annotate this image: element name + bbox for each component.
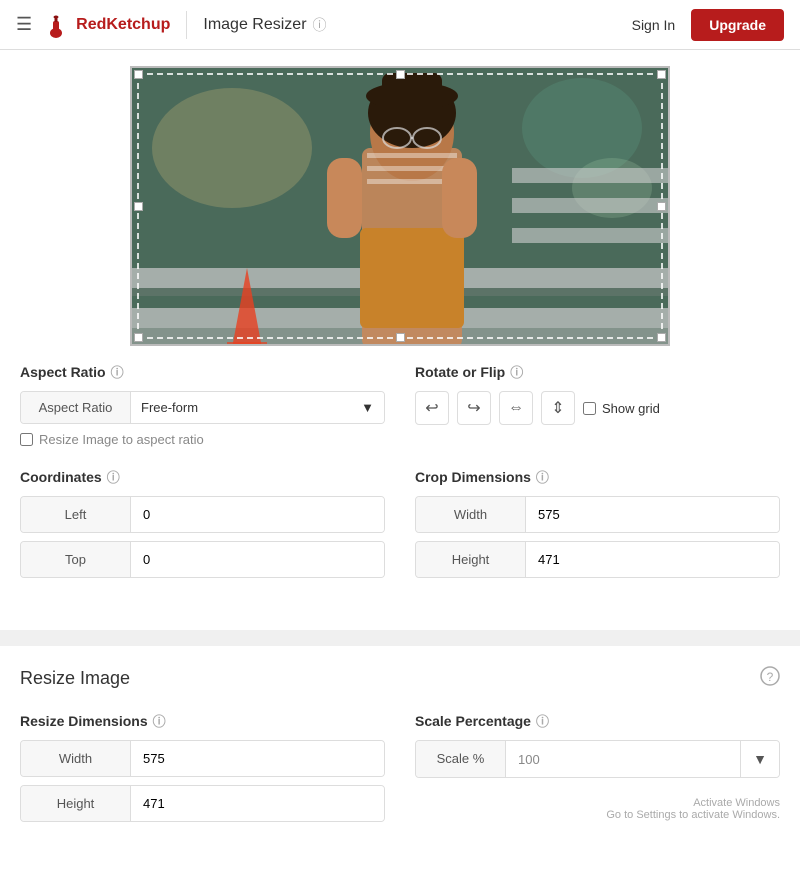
- crop-width-input[interactable]: [526, 497, 779, 532]
- top-field-label: Top: [21, 542, 131, 577]
- scale-dropdown-arrow: ▼: [753, 751, 767, 767]
- resize-height-row: Height: [20, 785, 385, 822]
- resize-aspect-label: Resize Image to aspect ratio: [39, 432, 204, 447]
- crop-dimensions-col: Crop Dimensions ⓘ Width Height: [415, 467, 780, 586]
- scale-input[interactable]: [506, 741, 740, 777]
- main-panel: Aspect Ratio ⓘ Aspect Ratio Free-form ▼ …: [0, 50, 800, 630]
- question-icon: ?: [760, 666, 780, 686]
- left-input[interactable]: [131, 497, 384, 532]
- show-grid-checkbox[interactable]: [583, 402, 596, 415]
- crop-width-label: Width: [416, 497, 526, 532]
- rotate-right-icon: ↪: [467, 398, 480, 418]
- flip-horizontal-button[interactable]: ⇔: [499, 391, 533, 425]
- resize-aspect-checkbox[interactable]: [20, 433, 33, 446]
- resize-dimensions-text: Resize Dimensions: [20, 713, 148, 729]
- controls-section: Aspect Ratio ⓘ Aspect Ratio Free-form ▼ …: [20, 362, 780, 586]
- resize-dimensions-col: Resize Dimensions ⓘ Width Height: [20, 711, 385, 830]
- scale-field-label: Scale %: [416, 741, 506, 777]
- resize-dimensions-label: Resize Dimensions ⓘ: [20, 711, 385, 730]
- show-grid-row: Show grid: [583, 401, 660, 416]
- resize-help-icon[interactable]: ?: [760, 666, 780, 691]
- aspect-ratio-field-label: Aspect Ratio: [21, 392, 131, 423]
- controls-row-2: Coordinates ⓘ Left Top Crop Dimensions ⓘ: [20, 467, 780, 586]
- logo-icon: [42, 11, 70, 39]
- resize-title-row: Resize Image ?: [20, 666, 780, 691]
- app-name: Image Resizer: [203, 16, 306, 34]
- background-svg: [132, 68, 670, 346]
- top-input[interactable]: [131, 542, 384, 577]
- left-field-row: Left: [20, 496, 385, 533]
- scale-dropdown-button[interactable]: ▼: [740, 741, 779, 777]
- header-divider: [186, 11, 187, 39]
- rotate-flip-label: Rotate or Flip: [415, 364, 505, 380]
- resize-dimensions-info-icon[interactable]: ⓘ: [153, 711, 166, 730]
- resize-aspect-checkbox-row: Resize Image to aspect ratio: [20, 432, 385, 447]
- resize-controls-row: Resize Dimensions ⓘ Width Height Scale P…: [20, 711, 780, 830]
- rotate-flip-controls: ↩ ↪ ⇔ ⇕ Show grid: [415, 391, 780, 425]
- aspect-ratio-label: Aspect Ratio: [20, 364, 106, 380]
- logo-text: RedKetchup: [76, 16, 170, 34]
- resize-width-input[interactable]: [131, 741, 384, 776]
- flip-vertical-button[interactable]: ⇕: [541, 391, 575, 425]
- rotate-flip-col: Rotate or Flip ⓘ ↩ ↪ ⇔ ⇕: [415, 362, 780, 447]
- rotate-right-button[interactable]: ↪: [457, 391, 491, 425]
- crop-height-field-row: Height: [415, 541, 780, 578]
- rotate-left-icon: ↩: [425, 398, 438, 418]
- scale-section-label: Scale Percentage ⓘ: [415, 711, 780, 730]
- signin-link[interactable]: Sign In: [632, 17, 676, 33]
- resize-title-text: Resize Image: [20, 668, 130, 689]
- section-divider: [0, 630, 800, 638]
- show-grid-label: Show grid: [602, 401, 660, 416]
- menu-icon[interactable]: ☰: [16, 14, 32, 35]
- app-header: ☰ RedKetchup Image Resizer ⓘ Sign In Upg…: [0, 0, 800, 50]
- dropdown-arrow-icon: ▼: [361, 400, 374, 415]
- rotate-flip-info-icon[interactable]: ⓘ: [510, 362, 523, 381]
- upgrade-button[interactable]: Upgrade: [691, 9, 784, 41]
- flip-v-icon: ⇕: [551, 398, 564, 418]
- aspect-ratio-select[interactable]: Free-form ▼: [131, 392, 384, 423]
- logo: RedKetchup: [42, 11, 170, 39]
- image-area: [20, 66, 780, 346]
- aspect-ratio-row: Aspect Ratio Free-form ▼: [20, 391, 385, 424]
- svg-text:?: ?: [767, 670, 774, 684]
- scale-label-text: Scale Percentage: [415, 713, 531, 729]
- controls-row-1: Aspect Ratio ⓘ Aspect Ratio Free-form ▼ …: [20, 362, 780, 447]
- resize-width-row: Width: [20, 740, 385, 777]
- crop-height-input[interactable]: [526, 542, 779, 577]
- coordinates-col: Coordinates ⓘ Left Top: [20, 467, 385, 586]
- coordinates-label: Coordinates: [20, 469, 102, 485]
- rotate-flip-section-label: Rotate or Flip ⓘ: [415, 362, 780, 381]
- left-field-label: Left: [21, 497, 131, 532]
- coordinates-info-icon[interactable]: ⓘ: [107, 467, 120, 486]
- top-field-row: Top: [20, 541, 385, 578]
- rotate-left-button[interactable]: ↩: [415, 391, 449, 425]
- resize-height-label: Height: [21, 786, 131, 821]
- scale-percentage-col: Scale Percentage ⓘ Scale % ▼: [415, 711, 780, 830]
- aspect-ratio-col: Aspect Ratio ⓘ Aspect Ratio Free-form ▼ …: [20, 362, 385, 447]
- flip-h-icon: ⇔: [508, 399, 524, 417]
- resize-height-input[interactable]: [131, 786, 384, 821]
- crop-dimensions-label: Crop Dimensions: [415, 469, 531, 485]
- crop-dimensions-section-label: Crop Dimensions ⓘ: [415, 467, 780, 486]
- resize-width-label: Width: [21, 741, 131, 776]
- app-info-icon[interactable]: ⓘ: [313, 15, 327, 35]
- crop-width-field-row: Width: [415, 496, 780, 533]
- scale-info-icon[interactable]: ⓘ: [536, 711, 549, 730]
- coordinates-section-label: Coordinates ⓘ: [20, 467, 385, 486]
- crop-dimensions-info-icon[interactable]: ⓘ: [536, 467, 549, 486]
- aspect-ratio-info-icon[interactable]: ⓘ: [111, 362, 124, 381]
- crop-height-label: Height: [416, 542, 526, 577]
- aspect-ratio-section-label: Aspect Ratio ⓘ: [20, 362, 385, 381]
- scale-row: Scale % ▼: [415, 740, 780, 778]
- resize-section: Resize Image ? Resize Dimensions ⓘ Width…: [0, 638, 800, 874]
- canvas-image: [130, 66, 670, 346]
